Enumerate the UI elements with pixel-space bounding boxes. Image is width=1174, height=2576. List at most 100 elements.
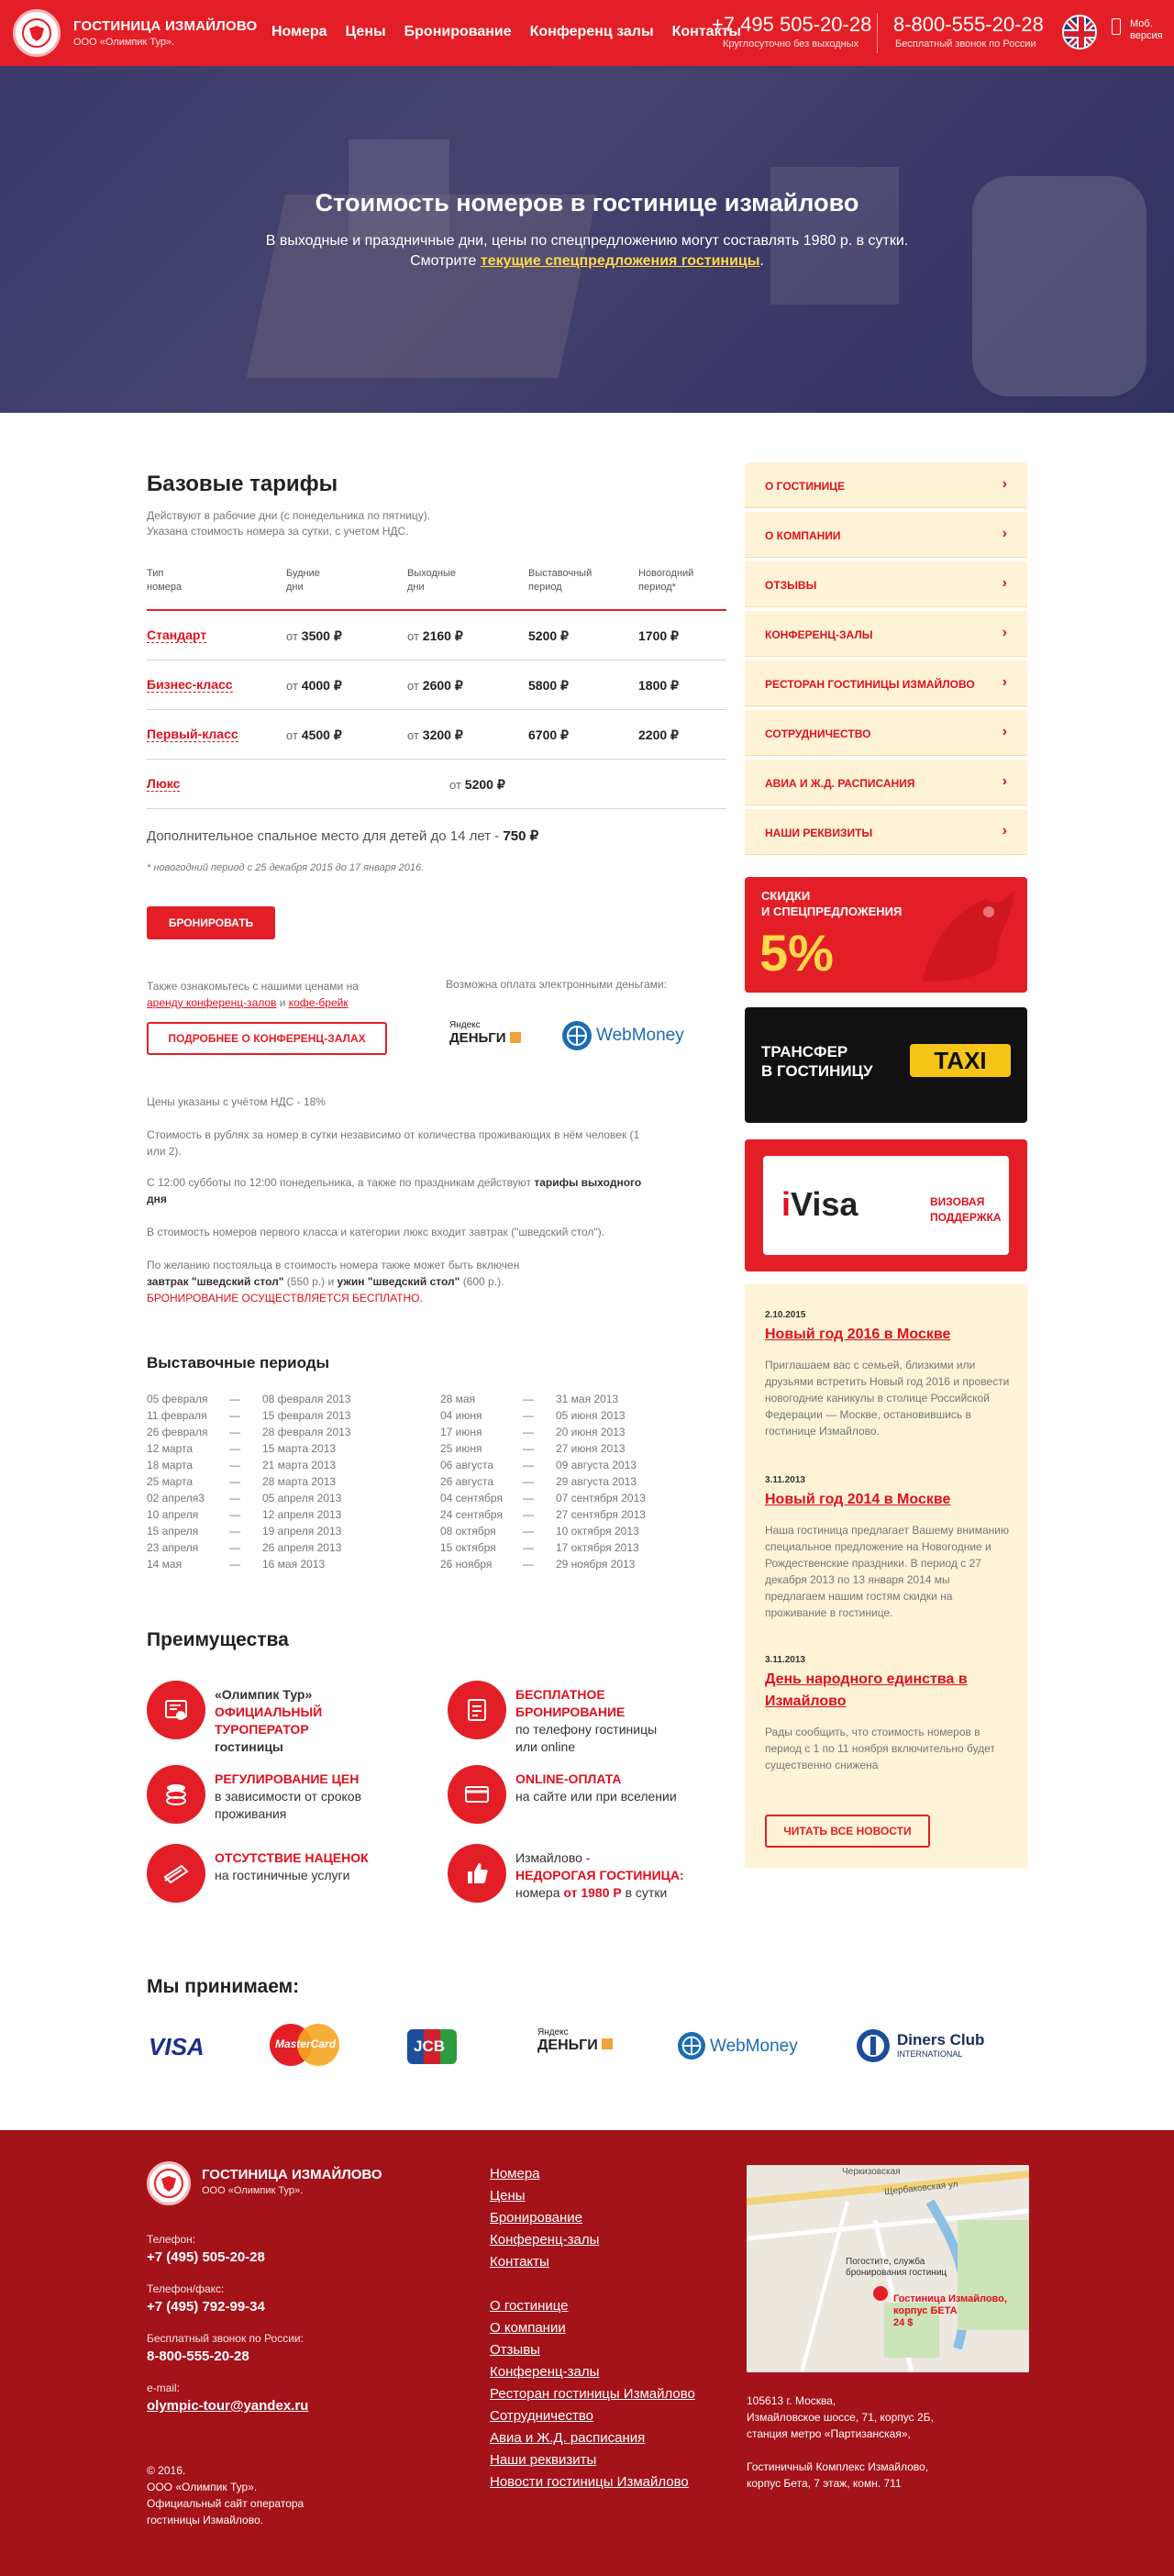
webmoney-label: WebMoney — [596, 1026, 684, 1045]
sidebar-item[interactable]: СОТРУДНИЧЕСТВО › — [745, 710, 1027, 756]
exhibition-end: 27 июня 2013 — [556, 1442, 626, 1455]
news-title-link[interactable]: Новый год 2016 в Москве — [765, 1324, 1013, 1346]
special-offers-link[interactable]: текущие спецпредложения гостиницы — [481, 253, 760, 269]
exhibition-dash: — — [229, 1393, 240, 1405]
exhibition-start: 15 апреля — [147, 1525, 199, 1538]
advantage-price-regulation: РЕГУЛИРОВАНИЕ ЦЕН в зависимости от сроков… — [147, 1765, 404, 1831]
visa-logo: VISA — [149, 2033, 205, 2060]
phone-main[interactable]: +7 495 505-20-28 — [712, 13, 871, 37]
footer-logo[interactable] — [147, 2161, 191, 2205]
hero-text-suffix: . — [759, 253, 764, 269]
news-item: 2.10.2015 Новый год 2016 в Москве Пригла… — [765, 1310, 1013, 1439]
location-map[interactable]: Черкизовская Щербаковская ул Погостите, … — [747, 2165, 1029, 2372]
discounts-banner[interactable]: СКИДКИ И СПЕЦПРЕДЛОЖЕНИЯ 5% — [745, 877, 1027, 993]
sidebar-item-label: СОТРУДНИЧЕСТВО — [765, 727, 871, 740]
exhibition-start: 05 февраля — [147, 1393, 208, 1405]
conference-rent-link[interactable]: аренду конференц-залов — [147, 996, 276, 1009]
jcb-logo: JCB — [407, 2029, 457, 2064]
room-type-link[interactable]: Стандарт — [147, 627, 207, 643]
footer-nav-secondary: О гостинице О компании Отзывы Конференц-зал… — [490, 2295, 695, 2493]
sidebar-item[interactable]: РЕСТОРАН ГОСТИНИЦЫ ИЗМАЙЛОВО › — [745, 661, 1027, 706]
taxi-transfer-banner[interactable]: ТРАНСФЕР В ГОСТИНИЦУ TAXI — [745, 1007, 1027, 1123]
site-footer: ГОСТИНИЦА ИЗМАЙЛОВО ООО «Олимпик Тур». Т… — [0, 2130, 1174, 2576]
footer-link[interactable]: Наши реквизиты — [490, 2449, 695, 2471]
sidebar-item[interactable]: О КОМПАНИИ › — [745, 512, 1027, 558]
footer-link[interactable]: Контакты — [490, 2251, 599, 2273]
copyright: © 2016. ООО «Олимпик Тур». Официальный сай… — [147, 2464, 305, 2526]
footer-link[interactable]: Бронирование — [490, 2207, 599, 2229]
footer-phone[interactable]: +7 (495) 505-20-28 — [147, 2249, 265, 2265]
exhibition-start: 24 сентября — [440, 1508, 503, 1521]
weekend-price: от 2600 ₽ — [407, 678, 463, 693]
exhibition-dash: — — [229, 1525, 240, 1538]
exhibition-dash: — — [523, 1442, 534, 1455]
room-type-link[interactable]: Первый-класс — [147, 727, 238, 742]
tariffs-section: Базовые тарифы Действуют в рабочие дни (… — [147, 472, 726, 809]
visa-support-banner[interactable]: iVisa ВИЗОВАЯ ПОДДЕРЖКА — [745, 1139, 1027, 1271]
exhibition-start: 04 июня — [440, 1409, 482, 1422]
mobile-version-link[interactable]: Моб. версия — [1130, 18, 1163, 42]
booking-icon — [448, 1681, 506, 1739]
sidebar-item[interactable]: КОНФЕРЕНЦ-ЗАЛЫ › — [745, 611, 1027, 657]
transfer-label: ТРАНСФЕР В ГОСТИНИЦУ — [761, 1043, 873, 1080]
exhibition-dash: — — [523, 1541, 534, 1554]
footer-link[interactable]: Сотрудничество — [490, 2405, 695, 2427]
header-divider — [877, 13, 878, 53]
brand-name[interactable]: ГОСТИНИЦА ИЗМАЙЛОВО — [73, 18, 257, 34]
exhibition-dash: — — [229, 1541, 240, 1554]
footer-email-link[interactable]: olympic-tour@yandex.ru — [147, 2398, 308, 2414]
footer-fax[interactable]: +7 (495) 792-99-34 — [147, 2299, 265, 2315]
uk-flag-icon[interactable] — [1062, 15, 1097, 50]
exhibition-end: 16 мая 2013 — [262, 1558, 326, 1571]
news-title-link[interactable]: День народного единства в Измайлово — [765, 1669, 1013, 1713]
coffee-break-link[interactable]: кофе-брейк — [289, 996, 349, 1009]
tariff-row: Люкс от 5200 ₽ — [147, 760, 726, 809]
info-meals: По желанию постояльца в стоимость номера… — [147, 1257, 624, 1306]
visa-support-label: ВИЗОВАЯ ПОДДЕРЖКА — [930, 1195, 1002, 1224]
footer-free-phone[interactable]: 8-800-555-20-28 — [147, 2348, 249, 2364]
nav-rooms[interactable]: Номера — [271, 24, 327, 40]
advantage-text: РЕГУЛИРОВАНИЕ ЦЕН в зависимости от сроков… — [215, 1771, 362, 1821]
sidebar-item[interactable]: О ГОСТИНИЦЕ › — [745, 462, 1027, 508]
mobile-phone-icon[interactable] — [1112, 18, 1121, 35]
newyear-price: 2200 ₽ — [638, 727, 679, 742]
webmoney-globe-icon — [562, 1021, 592, 1050]
footer-link[interactable]: Цены — [490, 2185, 599, 2207]
tariff-row: Первый-класс от 4500 ₽ от 3200 ₽ 6700 ₽ … — [147, 710, 726, 760]
advantage-operator: «Олимпик Тур» ОФИЦИАЛЬНЫЙ ТУРОПЕРАТОР гост… — [147, 1681, 404, 1754]
footer-link[interactable]: Конференц-залы — [490, 2229, 599, 2251]
nav-prices[interactable]: Цены — [346, 24, 386, 40]
chevron-right-icon: › — [1002, 575, 1007, 591]
exhibition-end: 19 апреля 2013 — [262, 1525, 342, 1538]
phone-free[interactable]: 8-800-555-20-28 — [893, 13, 1044, 37]
hotel-logo[interactable] — [13, 9, 61, 57]
sidebar-item-label: О КОМПАНИИ — [765, 529, 841, 542]
footer-link[interactable]: Отзывы — [490, 2339, 695, 2361]
nav-booking[interactable]: Бронирование — [404, 24, 512, 40]
thumbs-up-icon — [448, 1844, 506, 1903]
news-title-link[interactable]: Новый год 2014 в Москве — [765, 1489, 1013, 1511]
exhibition-start: 26 ноября — [440, 1558, 493, 1571]
exhibition-dash: — — [229, 1409, 240, 1422]
footer-link[interactable]: Авиа и Ж.Д. расписания — [490, 2427, 695, 2449]
sidebar-item[interactable]: НАШИ РЕКВИЗИТЫ › — [745, 809, 1027, 855]
sidebar-item[interactable]: ОТЗЫВЫ › — [745, 561, 1027, 607]
nav-conference[interactable]: Конференц залы — [530, 24, 654, 40]
footer-link[interactable]: О компании — [490, 2317, 695, 2339]
sidebar-item[interactable]: АВИА И Ж.Д. РАСПИСАНИЯ › — [745, 760, 1027, 805]
room-type-link[interactable]: Люкс — [147, 776, 181, 792]
yandex-money-label: ДЕНЬГИ — [449, 1030, 526, 1046]
certificate-icon — [147, 1681, 205, 1739]
footer-link[interactable]: Номера — [490, 2163, 599, 2185]
all-news-button[interactable]: ЧИТАТЬ ВСЕ НОВОСТИ — [765, 1815, 930, 1848]
footer-link[interactable]: Конференц-залы — [490, 2361, 695, 2383]
footer-link[interactable]: Ресторан гостиницы Измайлово — [490, 2383, 695, 2405]
main-nav: Номера Цены Бронирование Конференц залы … — [271, 24, 741, 40]
room-type-link[interactable]: Бизнес-класс — [147, 677, 233, 693]
exhibition-end: 17 октября 2013 — [556, 1541, 639, 1554]
conference-more-button[interactable]: ПОДРОБНЕЕ О КОНФЕРЕНЦ-ЗАЛАХ — [147, 1022, 387, 1055]
footer-link[interactable]: Новости гостиницы Измайлово — [490, 2471, 695, 2493]
book-button[interactable]: БРОНИРОВАТЬ — [147, 906, 275, 939]
eagle-emblem-icon — [154, 2169, 183, 2198]
footer-link[interactable]: О гостинице — [490, 2295, 695, 2317]
